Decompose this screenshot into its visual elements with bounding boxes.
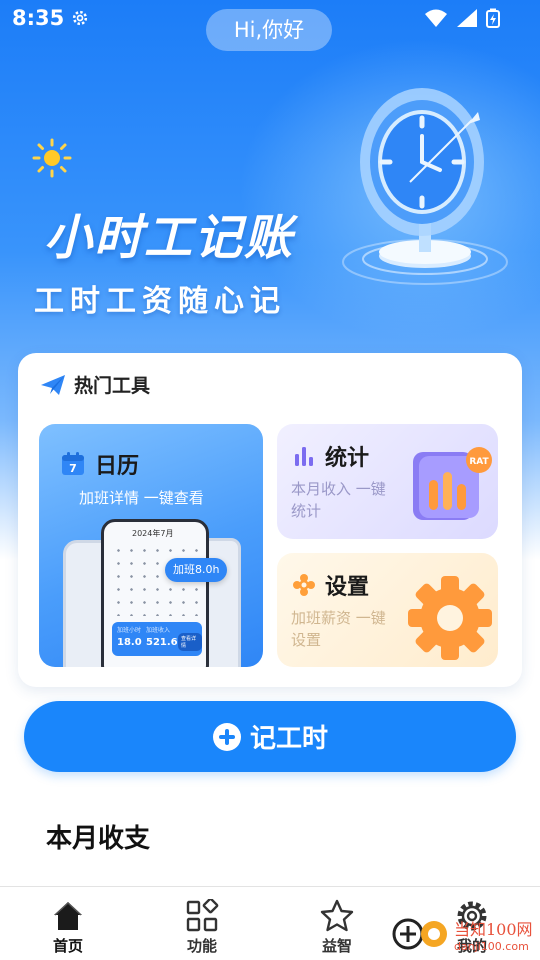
hot-tools-card: 热门工具 7 日历 加班详情 一键查看 6 2024年7月 加班小时 18.0 — [18, 353, 522, 687]
site-watermark: 当知100网 danji100.com — [390, 914, 533, 954]
settings-tile-header: 设置 — [293, 569, 369, 601]
stats-tile-header: 统计 — [293, 440, 369, 472]
sun-icon — [32, 138, 72, 178]
tab-home-label: 首页 — [52, 937, 83, 955]
flower-gear-icon — [293, 574, 315, 596]
greeting-pill: Hi,你好 — [206, 9, 332, 51]
record-hours-button[interactable]: 记工时 — [24, 701, 516, 772]
mockup-month: 2024年7月 — [132, 529, 174, 538]
mockup-summary: 加班小时 18.0 加班收入 521.61 查看详情 — [112, 622, 202, 656]
settings-desc-line2: 设置 — [291, 631, 322, 649]
mockup-income-label: 加班收入 — [146, 627, 171, 634]
star-icon — [320, 899, 354, 932]
phone-mockup-front: 2024年7月 加班小时 18.0 加班收入 521.61 查看详情 — [101, 519, 209, 667]
watermark-logo-icon — [392, 918, 447, 950]
wifi-icon — [425, 9, 447, 27]
month-summary-title: 本月收支 — [46, 824, 151, 854]
watermark-url: danji100.com — [454, 939, 529, 953]
calendar-tile-desc: 加班详情 一键查看 — [79, 489, 204, 507]
home-icon — [54, 901, 82, 930]
mockup-hours-label: 加班小时 — [117, 627, 142, 634]
stats-badge: RAT — [469, 457, 489, 467]
stats-desc-line2: 统计 — [291, 502, 322, 520]
gear-icon — [72, 10, 88, 26]
hot-tools-header: 热门工具 — [40, 371, 150, 398]
stats-tile-title: 统计 — [325, 446, 370, 471]
battery-charging-icon — [486, 8, 500, 28]
calendar-tile-header: 7 日历 — [61, 448, 139, 480]
tab-home[interactable]: 首页 — [33, 899, 103, 956]
status-time: 8:35 — [12, 6, 65, 30]
tab-features[interactable]: 功能 — [167, 899, 237, 956]
mockup-detail-button: 查看详情 — [178, 633, 202, 651]
paper-plane-icon — [41, 374, 65, 395]
bar-chart-icon — [295, 447, 313, 466]
stats-illustration: RAT — [413, 447, 492, 520]
mockup-overtime-badge: 加班8.0h — [165, 558, 228, 582]
signal-icon — [457, 9, 477, 27]
calendar-icon: 7 — [62, 452, 84, 475]
tab-puzzle[interactable]: 益智 — [302, 899, 372, 956]
plus-circle-icon — [212, 722, 241, 751]
settings-tile-title: 设置 — [325, 575, 370, 600]
watermark-text: 当知100网 — [454, 919, 533, 939]
hero-subtitle: 工时工资随心记 — [34, 284, 286, 319]
hero-title: 小时工记账 — [44, 210, 295, 266]
calendar-tile-title: 日历 — [95, 454, 140, 479]
settings-desc-line1: 加班薪资 一键 — [291, 609, 386, 627]
calendar-tile[interactable]: 7 日历 加班详情 一键查看 6 2024年7月 加班小时 18.0 加班收入 … — [39, 424, 263, 667]
tab-puzzle-label: 益智 — [321, 937, 352, 955]
settings-tile[interactable]: 设置 加班薪资 一键 设置 — [277, 553, 498, 667]
stats-tile-desc: 本月收入 一键 统计 — [291, 478, 386, 522]
grid-icon — [186, 899, 219, 932]
record-hours-label: 记工时 — [249, 724, 328, 754]
tab-features-label: 功能 — [186, 937, 217, 955]
clock-illustration — [342, 88, 508, 285]
stats-desc-line1: 本月收入 一键 — [291, 480, 386, 498]
hot-tools-title: 热门工具 — [74, 375, 151, 397]
stats-tile[interactable]: 统计 本月收入 一键 统计 RAT — [277, 424, 498, 539]
settings-gear-illustration — [408, 576, 492, 660]
mockup-hours: 18.0 — [117, 637, 142, 648]
status-icons — [424, 8, 500, 28]
settings-tile-desc: 加班薪资 一键 设置 — [291, 607, 386, 651]
svg-text:7: 7 — [69, 462, 77, 475]
